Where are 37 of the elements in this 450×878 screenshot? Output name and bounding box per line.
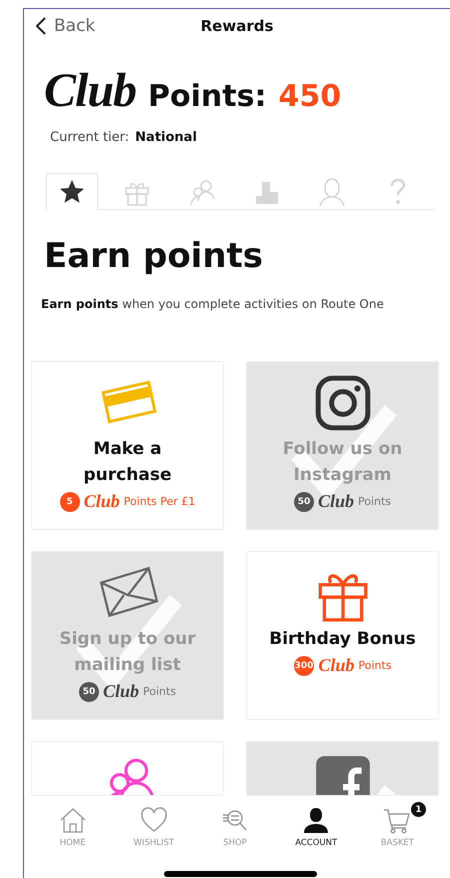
tab[interactable]: [46, 173, 98, 210]
tier-label: Current tier:: [50, 130, 130, 145]
points-label: Points:: [148, 79, 266, 114]
club-logo: Club: [44, 63, 136, 118]
back-button[interactable]: Back: [36, 16, 96, 36]
club-logo: Club: [318, 655, 354, 676]
club-logo: Club: [84, 491, 120, 512]
points-badge: 50: [78, 682, 99, 702]
reward-card[interactable]: [31, 741, 224, 796]
reward-card[interactable]: Follow us on Instagram 50 Club Points: [246, 361, 439, 530]
count-badge: 1: [411, 802, 426, 817]
section-title: Earn points: [44, 236, 264, 276]
card-title: Birthday Bonus: [269, 628, 416, 651]
nav-item[interactable]: ACCOUNT: [276, 805, 357, 848]
reward-card[interactable]: Sign up to our mailing list 50 Club Points: [31, 551, 224, 720]
screen-title: Rewards: [200, 17, 274, 35]
tier-value: National: [135, 130, 197, 145]
card-title: Make a purchase: [82, 438, 172, 487]
nav-item[interactable]: BASKET 1: [356, 805, 438, 848]
points-text: Points Per £1: [124, 495, 196, 508]
points-badge: 5: [60, 492, 80, 512]
section-description: Earn points when you complete activities on Route One: [41, 296, 385, 313]
points-badge: 50: [294, 492, 314, 512]
points-badge: 300: [294, 656, 314, 676]
reward-card[interactable]: [246, 741, 439, 796]
reward-card[interactable]: Birthday Bonus 300 Club Points: [246, 551, 439, 720]
person-icon: [317, 177, 347, 207]
points-value: 450: [278, 79, 342, 114]
points-text: Points: [358, 659, 392, 672]
reward-card[interactable]: Make a purchase 5 Club Points Per £1: [31, 361, 224, 530]
points-text: Points: [142, 685, 176, 698]
club-logo: Club: [102, 681, 139, 702]
card-title: Sign up to our mailing list: [58, 628, 197, 677]
chevron-left-icon: [36, 17, 46, 35]
points-text: Points: [358, 495, 392, 508]
club-logo: Club: [318, 491, 354, 512]
card-title: Follow us on Instagram: [282, 438, 404, 487]
